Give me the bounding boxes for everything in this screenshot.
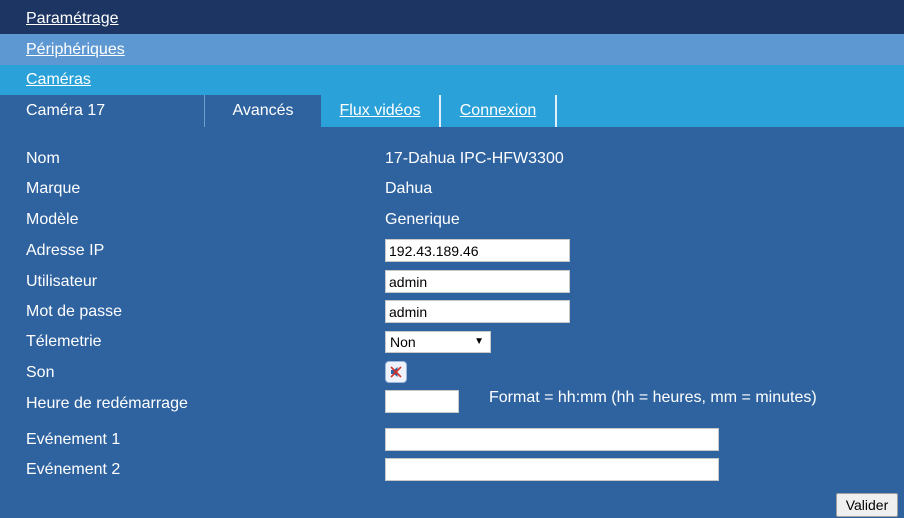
password-input[interactable]: [385, 300, 570, 323]
sound-label: Son: [26, 364, 55, 381]
event1-input[interactable]: [385, 428, 719, 451]
telemetry-select[interactable]: Non ▼: [385, 331, 491, 353]
link-parametrage[interactable]: Paramétrage: [26, 10, 119, 28]
password-label: Mot de passe: [26, 303, 123, 320]
model-label: Modèle: [26, 211, 79, 228]
tab-connection-link[interactable]: Connexion: [460, 102, 537, 120]
event2-label: Evénement 2: [26, 461, 121, 478]
brand-label: Marque: [26, 180, 81, 197]
speaker-muted-icon: [390, 366, 402, 378]
link-peripheriques[interactable]: Périphériques: [26, 41, 125, 59]
tab-video-streams[interactable]: Flux vidéos: [321, 95, 441, 127]
name-label: Nom: [26, 150, 60, 167]
event1-label: Evénement 1: [26, 431, 121, 448]
telemetry-selected-value: Non: [390, 334, 416, 350]
link-cameras[interactable]: Caméras: [26, 71, 91, 89]
tab-bar: Caméra 17 Avancés Flux vidéos Connexion: [0, 95, 904, 127]
validate-button[interactable]: Valider: [836, 493, 898, 517]
event2-input[interactable]: [385, 458, 719, 481]
camera-form: Nom 17-Dahua IPC-HFW3300 Marque Dahua Mo…: [0, 127, 904, 490]
tab-video-streams-link[interactable]: Flux vidéos: [340, 102, 421, 120]
ip-input[interactable]: [385, 239, 570, 262]
tab-connection[interactable]: Connexion: [441, 95, 557, 127]
reboot-label: Heure de redémarrage: [26, 395, 188, 412]
ip-label: Adresse IP: [26, 242, 105, 259]
name-value: 17-Dahua IPC-HFW3300: [385, 150, 564, 167]
brand-value: Dahua: [385, 180, 433, 197]
tab-advanced[interactable]: Avancés: [204, 95, 321, 127]
model-value: Generique: [385, 211, 460, 228]
reboot-time-input[interactable]: [385, 390, 459, 413]
dropdown-arrow-icon: ▼: [474, 336, 484, 347]
nav-peripheriques: Périphériques: [0, 34, 904, 65]
user-label: Utilisateur: [26, 273, 98, 290]
reboot-format-hint: Format = hh:mm (hh = heures, mm = minute…: [489, 389, 817, 406]
nav-cameras: Caméras: [0, 65, 904, 95]
sound-toggle-button[interactable]: [385, 361, 407, 383]
telemetry-label: Télemetrie: [26, 333, 102, 350]
camera-title: Caméra 17: [0, 95, 204, 127]
user-input[interactable]: [385, 270, 570, 293]
nav-parametrage: Paramétrage: [0, 0, 904, 34]
